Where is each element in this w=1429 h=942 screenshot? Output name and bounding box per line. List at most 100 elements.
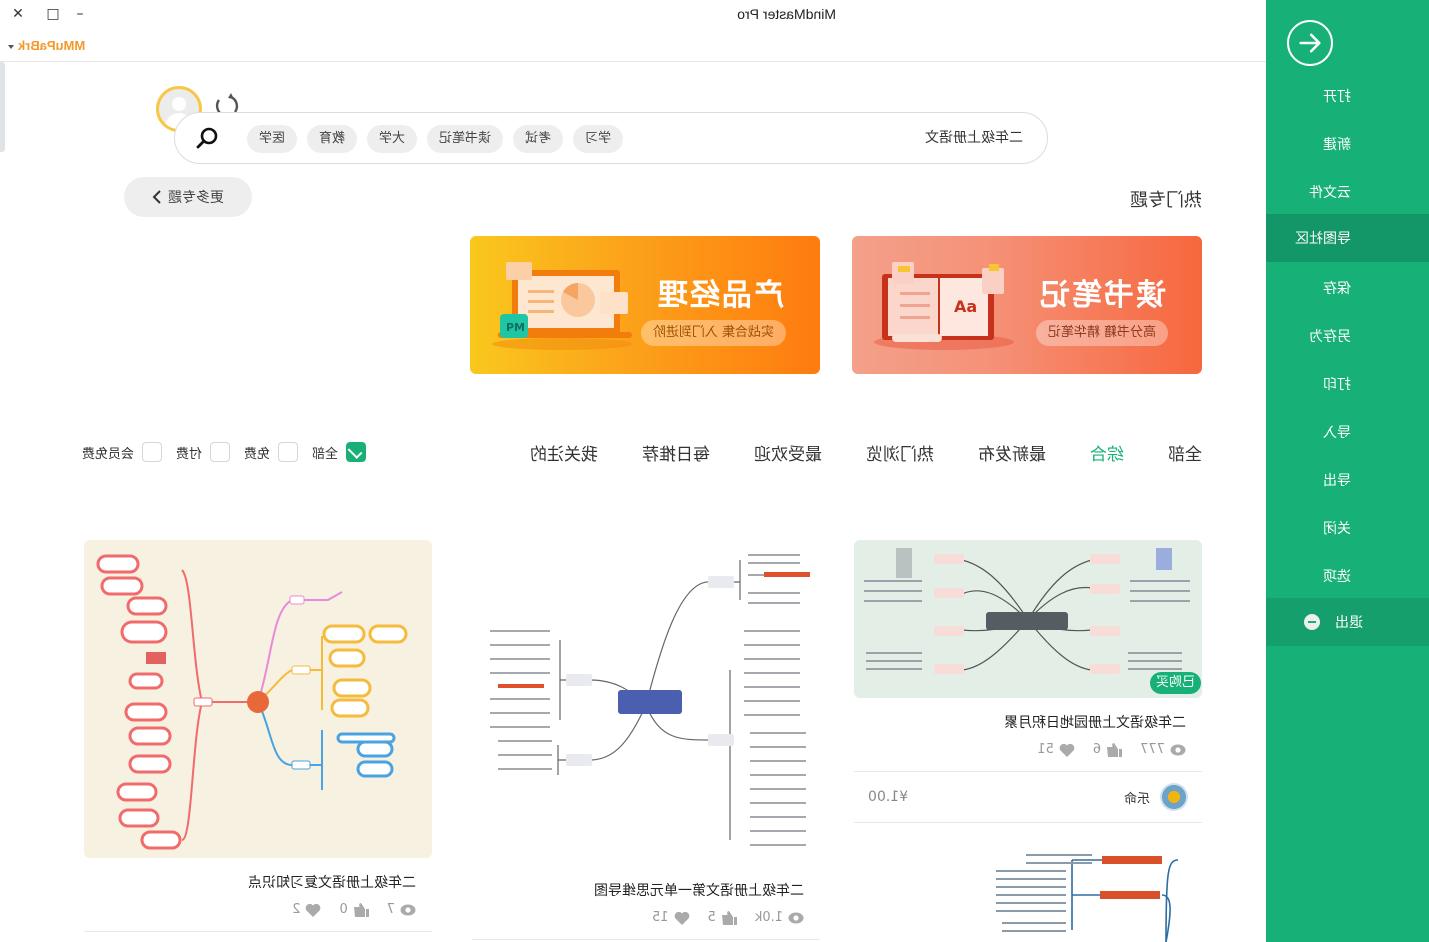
search-chip[interactable]: 医学 [247,125,298,153]
filter-label: 全部 [311,446,338,462]
scrollbar[interactable] [0,62,5,152]
map-thumbnail [854,850,1202,942]
checkbox-checked[interactable] [346,442,366,462]
sidebar-item-cloud-files[interactable]: 云文件 [1266,168,1429,216]
banner-title: 产品经理 [656,278,784,313]
maximize-button[interactable]: □ [41,4,65,24]
favorites-stat[interactable]: 51 [1037,742,1075,757]
filter-all[interactable]: 全部 [312,442,366,462]
price-filters: 全部 免费 付费 会员免费 [82,442,366,462]
category-tabs: 全部 综合 最新发布 热门浏览 最受欢迎 每日推荐 我关注的 [486,440,1202,465]
tab-popular-views[interactable]: 热门浏览 [866,440,934,465]
app-title: MindMaster Pro [737,6,836,22]
filter-label: 免费 [243,446,270,462]
card-stats: 1.0k 5 15 [472,910,820,925]
username: MMuPaBrk [18,38,86,53]
filter-member-free[interactable]: 会员免费 [82,442,162,462]
divider [0,61,1266,62]
divider [854,822,1202,823]
sidebar-item-label: 另存为 [1309,329,1351,345]
sidebar-item-new[interactable]: 新建 [1266,120,1429,168]
back-button[interactable] [1287,20,1333,66]
sidebar-item-print[interactable]: 打印 [1266,360,1429,408]
topic-banner-reading-notes[interactable]: 读书笔记 高分书籍 精华笔记 Aa [852,236,1202,374]
sidebar-item-label: 新建 [1323,137,1351,153]
views-count: 7 [386,902,395,917]
sidebar-item-options[interactable]: 选项 [1266,552,1429,600]
sidebar-item-label: 保存 [1323,281,1351,297]
likes-stat[interactable]: 6 [1093,742,1123,757]
user-row: MMuPaBrk [0,34,1266,60]
sidebar-item-save-as[interactable]: 另存为 [1266,312,1429,360]
minimize-button[interactable]: – [68,4,92,24]
search-chip[interactable]: 教育 [307,125,358,153]
close-button[interactable]: ✕ [6,4,30,24]
favorites-count: 15 [651,910,669,925]
tab-most-liked[interactable]: 最受欢迎 [754,440,822,465]
sidebar-item-label: 导图社区 [1295,231,1351,247]
map-card[interactable] [854,850,1202,942]
tab-following[interactable]: 我关注的 [530,440,598,465]
filter-label: 付费 [175,446,202,462]
card-stats: 7 0 2 [84,902,432,917]
search-chip[interactable]: 大学 [367,125,418,153]
sidebar-item-export[interactable]: 导出 [1266,456,1429,504]
divider [472,939,820,940]
sidebar-item-label: 云文件 [1309,185,1351,201]
card-title: 二年级上册语文第一单元思维导图 [594,883,804,899]
search-chip[interactable]: 考试 [513,125,564,153]
tab-latest[interactable]: 最新发布 [978,440,1046,465]
topic-banner-product-manager[interactable]: 产品经理 实战合集 入门到进阶 PM [470,236,820,374]
username-menu[interactable]: MMuPaBrk [8,38,85,53]
sidebar-item-label: 打印 [1323,377,1351,393]
mindmap-preview [96,554,408,850]
arrow-left-icon [1299,33,1321,53]
search-chip[interactable]: 学习 [573,125,624,153]
filter-free[interactable]: 免费 [244,442,298,462]
map-card[interactable]: 已购买 二年级语文上册园地日积月累 777 6 51 乐命 ¥1.00 [854,540,1202,823]
sidebar-item-label: 导出 [1323,473,1351,489]
section-title: 热门专题 [1130,190,1202,211]
checkbox[interactable] [209,442,230,462]
sidebar-item-label: 选项 [1323,569,1351,585]
checkbox[interactable] [141,442,162,462]
likes-stat[interactable]: 5 [708,910,737,925]
card-title: 二年级语文上册园地日积月累 [1004,715,1186,731]
favorites-stat[interactable]: 2 [292,902,321,917]
map-thumbnail [84,540,432,858]
checkbox[interactable] [277,442,298,462]
favorites-count: 2 [292,902,301,917]
sidebar-item-import[interactable]: 导入 [1266,408,1429,456]
sidebar-item-open[interactable]: 打开 [1266,72,1429,120]
filter-paid[interactable]: 付费 [176,442,230,462]
purchased-badge: 已购买 [1150,672,1202,694]
search-input[interactable] [873,129,1023,145]
search-chip[interactable]: 读书笔记 [427,125,504,153]
favorites-stat[interactable]: 15 [652,910,690,925]
sidebar-item-save[interactable]: 保存 [1266,264,1429,312]
sidebar-item-community[interactable]: 导图社区 [1266,214,1429,262]
heart-icon [674,911,689,925]
more-topics-button[interactable]: 更多专题 [124,177,252,217]
sidebar-item-label: 导入 [1323,425,1351,441]
tab-all[interactable]: 全部 [1168,440,1202,465]
banner-title: 读书笔记 [1038,278,1166,313]
banner-subtitle: 高分书籍 精华笔记 [1035,320,1168,346]
likes-stat[interactable]: 0 [339,902,369,917]
search-icon[interactable] [195,126,219,150]
tab-daily-picks[interactable]: 每日推荐 [642,440,710,465]
tab-comprehensive[interactable]: 综合 [1090,440,1124,465]
map-thumbnail [472,540,820,860]
map-thumbnail: 已购买 [854,540,1202,698]
author-name: 乐命 [1123,791,1150,807]
map-card[interactable]: 二年级上册语文复习知识点 7 0 2 [84,540,432,932]
thumbs-up-icon [353,902,369,917]
heart-icon [306,903,321,917]
author-avatar [1160,783,1188,811]
map-card[interactable]: 二年级上册语文第一单元思维导图 1.0k 5 15 [472,540,820,940]
search-chips: 医学 教育 大学 读书笔记 考试 学习 [247,125,624,153]
svg-text:Aa: Aa [954,297,977,316]
author[interactable]: 乐命 [1124,783,1188,811]
sidebar-item-exit[interactable]: 退出 [1266,598,1429,646]
sidebar-item-close[interactable]: 关闭 [1266,504,1429,552]
